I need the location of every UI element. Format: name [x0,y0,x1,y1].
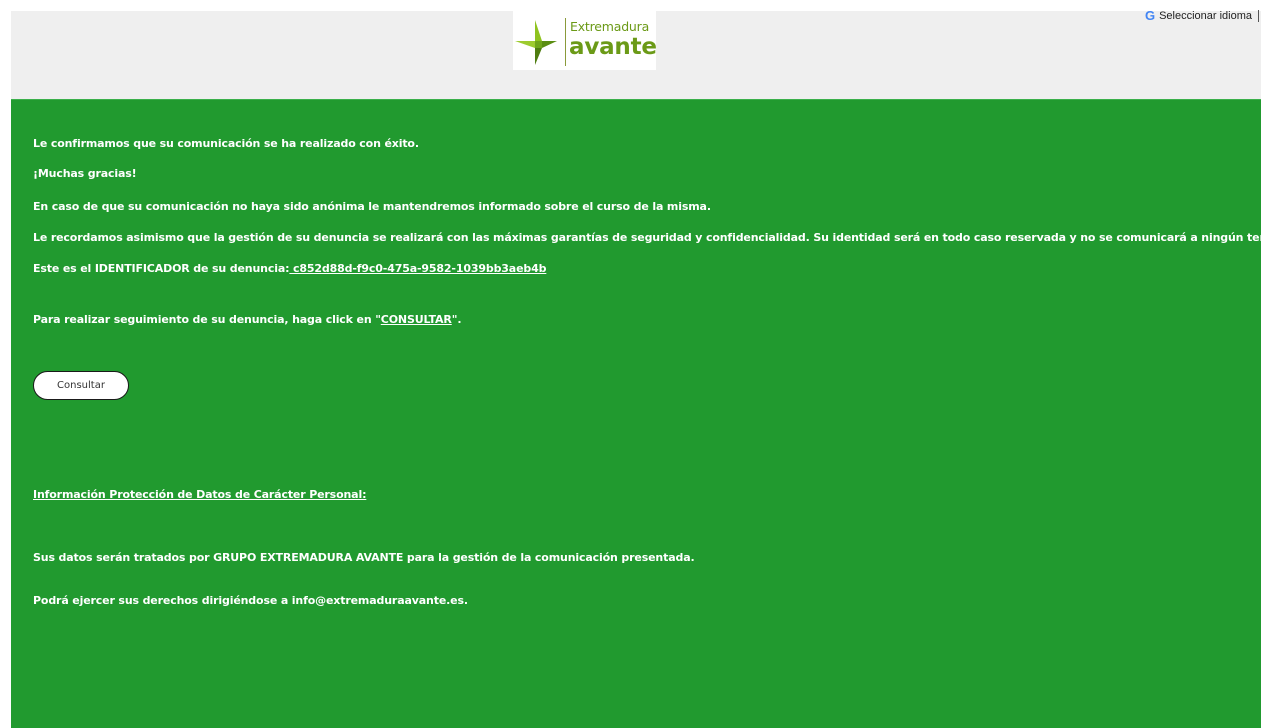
language-selector-divider [1258,9,1259,22]
thanks-message: ¡Muchas gracias! [33,167,137,180]
privacy-heading-line: Información Protección de Datos de Carác… [33,488,366,501]
confidentiality-message: Le recordamos asimismo que la gestión de… [33,231,1261,244]
logo-divider [565,18,566,66]
logo-text-avante: avante [569,34,657,60]
informed-message: En caso de que su comunicación no haya s… [33,200,711,213]
identifier-value: c852d88d-f9c0-475a-9582-1039bb3aeb4b [289,262,547,275]
followup-suffix: ". [451,313,462,326]
confirmation-panel: Le confirmamos que su comunicación se ha… [11,99,1261,728]
language-selector-label: Seleccionar idioma [1159,9,1252,22]
confirmation-message: Le confirmamos que su comunicación se ha… [33,137,419,150]
header: Extremadura avante G Seleccionar idioma [11,8,1261,99]
extremadura-avante-logo[interactable]: Extremadura avante [513,11,657,70]
consult-button[interactable]: Consultar [33,371,129,400]
avante-star-icon [515,20,557,65]
google-g-icon: G [1144,8,1156,23]
followup-prefix: Para realizar seguimiento de su denuncia… [33,313,381,326]
identifier-line: Este es el IDENTIFICADOR de su denuncia:… [33,262,546,275]
identifier-label: Este es el IDENTIFICADOR de su denuncia: [33,262,290,275]
language-selector[interactable]: G Seleccionar idioma [1145,8,1259,23]
logo-text-extremadura: Extremadura [570,19,650,34]
privacy-text-rights: Podrá ejercer sus derechos dirigiéndose … [33,594,468,607]
consultar-link[interactable]: CONSULTAR [381,313,452,326]
followup-line: Para realizar seguimiento de su denuncia… [33,313,462,326]
privacy-heading-link[interactable]: Información Protección de Datos de Carác… [33,488,366,501]
privacy-text-processing: Sus datos serán tratados por GRUPO EXTRE… [33,551,695,564]
